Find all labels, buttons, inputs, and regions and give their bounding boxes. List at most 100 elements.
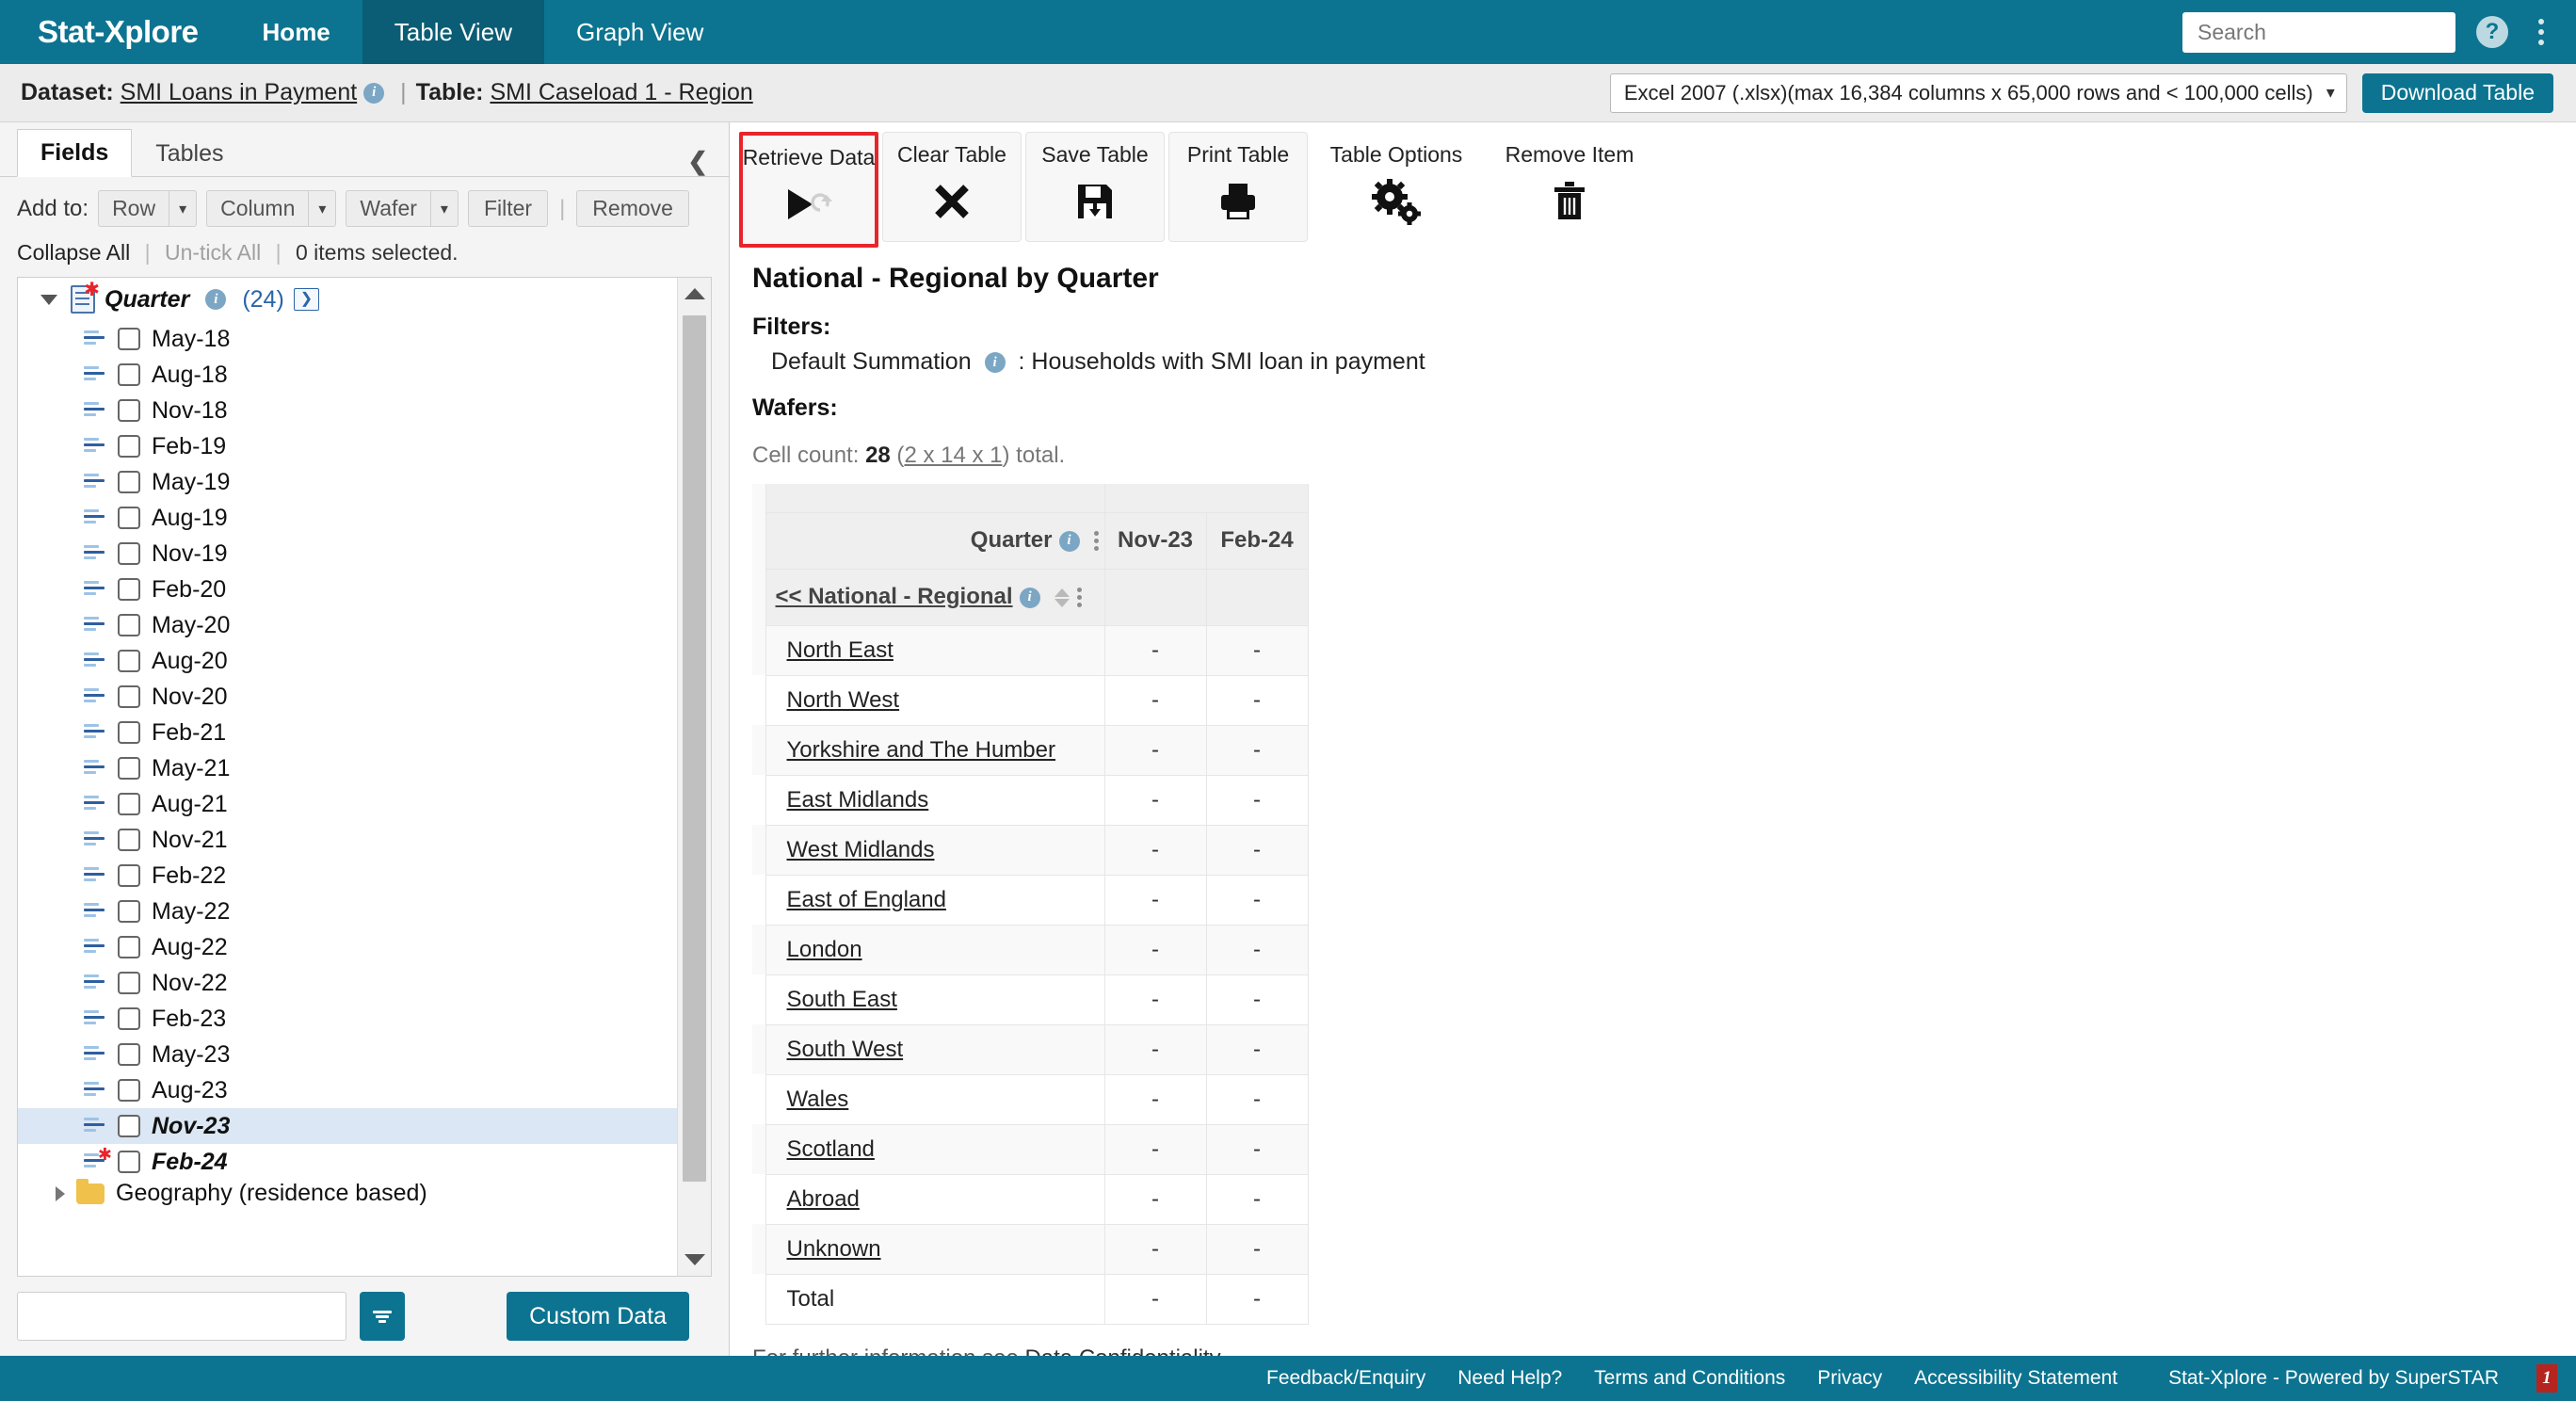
- field-tree-scrollbar[interactable]: [677, 278, 711, 1276]
- tree-item-checkbox[interactable]: [118, 1151, 140, 1173]
- search-input[interactable]: [2196, 18, 2478, 46]
- untick-all-link[interactable]: Un-tick All: [165, 240, 261, 265]
- tree-item-checkbox[interactable]: [118, 900, 140, 923]
- help-icon[interactable]: ?: [2476, 16, 2508, 48]
- tree-folder-geography[interactable]: Geography (residence based): [18, 1178, 677, 1207]
- tree-item[interactable]: Feb-20: [18, 572, 677, 607]
- tree-item-checkbox[interactable]: [118, 650, 140, 672]
- cell-count-dimensions[interactable]: 2 x 14 x 1: [904, 443, 1002, 468]
- scrollbar-thumb[interactable]: [683, 315, 706, 1182]
- tree-item-checkbox[interactable]: [118, 471, 140, 493]
- print-table-button[interactable]: Print Table: [1168, 132, 1308, 242]
- download-format-select[interactable]: Excel 2007 (.xlsx)(max 16,384 columns x …: [1609, 72, 2347, 113]
- tree-item-checkbox[interactable]: [118, 435, 140, 458]
- tree-item-checkbox[interactable]: [118, 363, 140, 386]
- column-menu-icon[interactable]: [1093, 531, 1099, 552]
- footer-link-need-help[interactable]: Need Help?: [1457, 1367, 1562, 1390]
- clear-table-button[interactable]: Clear Table: [882, 132, 1022, 242]
- scroll-up-icon[interactable]: [678, 278, 711, 310]
- tree-item-checkbox[interactable]: [118, 614, 140, 636]
- tree-item-checkbox[interactable]: [118, 542, 140, 565]
- row-label-cell[interactable]: London: [765, 924, 1105, 975]
- tree-item-checkbox[interactable]: [118, 685, 140, 708]
- tree-next-page-button[interactable]: ❯: [293, 288, 320, 311]
- tree-item-checkbox[interactable]: [118, 1043, 140, 1066]
- tree-item[interactable]: Feb-21: [18, 715, 677, 750]
- apply-filter-icon-button[interactable]: [360, 1292, 405, 1341]
- column-dimension-header[interactable]: Quarter i: [765, 511, 1105, 570]
- tree-root-quarter[interactable]: ✱ Quarter i (24) ❯: [18, 278, 677, 321]
- row-label-cell[interactable]: North East: [765, 624, 1105, 676]
- tree-item[interactable]: Aug-23: [18, 1072, 677, 1108]
- row-label-cell[interactable]: East of England: [765, 874, 1105, 926]
- tree-item-checkbox[interactable]: [118, 936, 140, 958]
- tree-item[interactable]: May-18: [18, 321, 677, 357]
- footer-link-terms-and-conditions[interactable]: Terms and Conditions: [1594, 1367, 1785, 1390]
- row-label-cell[interactable]: Wales: [765, 1073, 1105, 1125]
- tree-item-checkbox[interactable]: [118, 399, 140, 422]
- tree-item-checkbox[interactable]: [118, 1115, 140, 1137]
- custom-data-button[interactable]: Custom Data: [507, 1292, 689, 1341]
- row-label-cell[interactable]: Yorkshire and The Humber: [765, 724, 1105, 776]
- filter-info-icon[interactable]: i: [984, 352, 1006, 374]
- overflow-menu-icon[interactable]: [2529, 15, 2553, 49]
- tree-item-checkbox[interactable]: [118, 829, 140, 851]
- tree-item[interactable]: Aug-20: [18, 643, 677, 679]
- search-box[interactable]: [2182, 11, 2501, 53]
- filter-button[interactable]: Filter: [467, 190, 549, 227]
- tree-item[interactable]: Nov-23: [18, 1108, 677, 1144]
- tree-item[interactable]: Aug-21: [18, 786, 677, 822]
- row-label-cell[interactable]: East Midlands: [765, 774, 1105, 826]
- row-label-cell[interactable]: Scotland: [765, 1123, 1105, 1175]
- nav-tab-home[interactable]: Home: [231, 0, 362, 64]
- tree-item-checkbox[interactable]: [118, 864, 140, 887]
- field-filter-input[interactable]: [17, 1292, 346, 1341]
- tree-item-checkbox[interactable]: [118, 578, 140, 601]
- chevron-down-icon[interactable]: ▾: [169, 190, 198, 227]
- tree-item[interactable]: Nov-18: [18, 393, 677, 428]
- dataset-info-icon[interactable]: i: [363, 82, 385, 104]
- field-info-icon[interactable]: i: [205, 289, 227, 310]
- scroll-down-icon[interactable]: [678, 1244, 711, 1276]
- nav-tab-graph-view[interactable]: Graph View: [544, 0, 735, 64]
- table-options-button[interactable]: Table Options: [1312, 132, 1481, 242]
- tree-item-checkbox[interactable]: [118, 1007, 140, 1030]
- tree-item-checkbox[interactable]: [118, 1079, 140, 1102]
- dataset-name-link[interactable]: SMI Loans in Payment: [121, 79, 358, 106]
- row-label-cell[interactable]: South West: [765, 1023, 1105, 1075]
- tree-item[interactable]: May-20: [18, 607, 677, 643]
- row-label-cell[interactable]: Unknown: [765, 1223, 1105, 1275]
- tree-item[interactable]: Aug-18: [18, 357, 677, 393]
- column-header-cell[interactable]: Feb-24: [1205, 511, 1309, 570]
- tree-item[interactable]: Aug-22: [18, 929, 677, 965]
- tree-item[interactable]: Aug-19: [18, 500, 677, 536]
- nav-tab-table-view[interactable]: Table View: [362, 0, 545, 64]
- footer-link-stat-xplore-powered-by-superstar[interactable]: Stat-Xplore - Powered by SuperSTAR: [2168, 1367, 2499, 1390]
- tab-tables[interactable]: Tables: [132, 130, 247, 177]
- tree-item[interactable]: May-21: [18, 750, 677, 786]
- tree-item[interactable]: May-19: [18, 464, 677, 500]
- row-label-cell[interactable]: North West: [765, 674, 1105, 726]
- footer-link-feedback-enquiry[interactable]: Feedback/Enquiry: [1266, 1367, 1425, 1390]
- row-label-cell[interactable]: West Midlands: [765, 824, 1105, 876]
- row-dimension-info-icon[interactable]: i: [1019, 587, 1040, 608]
- add-to-column-button[interactable]: Column ▾: [206, 190, 337, 227]
- footer-link-accessibility-statement[interactable]: Accessibility Statement: [1914, 1367, 2117, 1390]
- tree-item-checkbox[interactable]: [118, 507, 140, 529]
- tree-item[interactable]: Feb-22: [18, 858, 677, 894]
- tree-item[interactable]: Feb-19: [18, 428, 677, 464]
- tree-item-checkbox[interactable]: [118, 721, 140, 744]
- chevron-down-icon[interactable]: ▾: [429, 190, 459, 227]
- collapse-all-link[interactable]: Collapse All: [17, 240, 130, 265]
- tree-item[interactable]: ✱ Feb-24: [18, 1144, 677, 1180]
- tree-item[interactable]: May-23: [18, 1037, 677, 1072]
- remove-button[interactable]: Remove: [576, 190, 689, 227]
- row-menu-icon[interactable]: [1076, 588, 1082, 608]
- row-dimension-header[interactable]: << National - Regional i: [765, 568, 1105, 626]
- expand-icon[interactable]: [56, 1185, 65, 1201]
- row-label-cell[interactable]: Abroad: [765, 1173, 1105, 1225]
- tree-item[interactable]: Nov-19: [18, 536, 677, 572]
- expand-collapse-icon[interactable]: [40, 294, 57, 305]
- row-label-cell[interactable]: South East: [765, 974, 1105, 1025]
- column-header-cell[interactable]: Nov-23: [1103, 511, 1207, 570]
